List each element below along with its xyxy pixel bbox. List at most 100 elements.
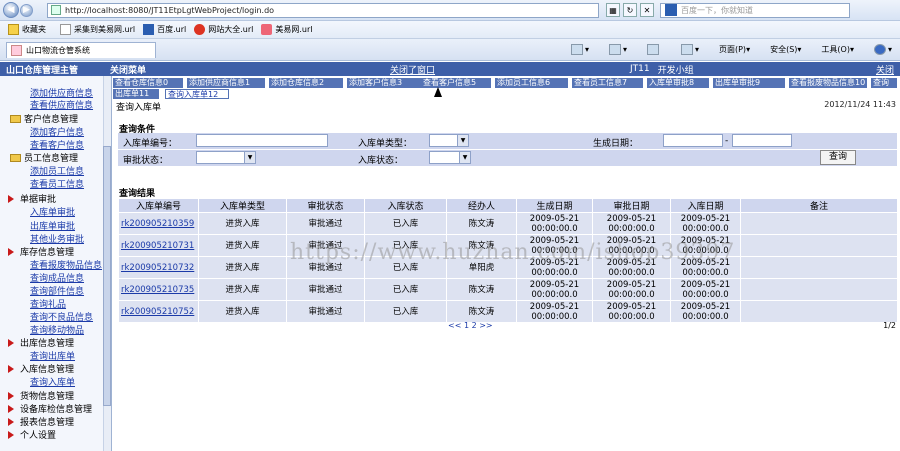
order-code-link[interactable]: rk200905210732 xyxy=(118,256,199,279)
address-bar: ◀ ▶ http://localhost:8080/JT11EtpLgtWebP… xyxy=(0,0,900,21)
table-cell: 已入库 xyxy=(364,212,447,235)
shortcut-tab[interactable]: 添加供应商信息1 xyxy=(187,78,265,88)
system-title: 山口仓库管理主管 xyxy=(6,65,79,76)
approval-select[interactable]: ▼ xyxy=(196,151,256,164)
shortcut-tab[interactable]: 添加客户信息3 xyxy=(347,78,421,88)
shortcut-tab[interactable]: 出库单审批9 xyxy=(713,78,785,88)
close-window-link[interactable]: 关闭了窗口 xyxy=(390,63,435,76)
sidebar-item[interactable]: 查看供应商信息 xyxy=(30,98,93,111)
mail-button[interactable] xyxy=(637,44,661,55)
arrow-right-icon xyxy=(8,430,14,439)
page-count: 1/2 xyxy=(883,321,896,330)
sidebar-item[interactable]: 查看员工信息 xyxy=(30,177,84,190)
user-code: JT11 xyxy=(630,64,650,74)
sidebar-item[interactable]: 添加员工信息 xyxy=(30,164,84,177)
sidebar-item[interactable]: 查询入库单 xyxy=(30,375,75,388)
order-code-link[interactable]: rk200905210731 xyxy=(118,234,199,257)
sidebar-item[interactable]: 库存信息管理 xyxy=(0,245,74,258)
date-label: 生成日期： xyxy=(593,139,639,149)
feeds-button[interactable]: ▾ xyxy=(599,44,627,55)
table-cell: 审批通过 xyxy=(286,278,365,301)
compat-icon[interactable]: ▦ xyxy=(606,3,620,17)
breadcrumb: 查询入库单 xyxy=(116,103,162,113)
print-icon xyxy=(680,44,693,55)
sidebar-item[interactable]: 员工信息管理 xyxy=(0,151,78,164)
table-cell: 进货入库 xyxy=(198,212,287,235)
page-menu[interactable]: 页面(P) ▾ xyxy=(709,44,750,55)
favorite-link[interactable]: 网站大全.url xyxy=(194,24,253,35)
sidebar-item[interactable]: 查询部件信息 xyxy=(30,284,84,297)
table-row: rk200905210735 进货入库 审批通过 已入库 陈文涛 2009-05-21 0… xyxy=(118,278,898,301)
sidebar-item-label: 出库信息管理 xyxy=(20,339,75,349)
shortcut-tab[interactable]: 查询 xyxy=(871,78,897,88)
shortcut-tab[interactable]: 出库单11 xyxy=(113,89,159,99)
shortcut-tab[interactable]: 查询入库单12 xyxy=(165,89,229,99)
safety-menu[interactable]: 安全(S) ▾ xyxy=(760,44,801,55)
sidebar-item[interactable]: 查询不良品信息 xyxy=(30,310,93,323)
pager[interactable]: << 1 2 >> xyxy=(448,321,493,330)
sidebar-item[interactable]: 设备库检信息管理 xyxy=(0,402,92,415)
sidebar-item[interactable]: 个人设置 xyxy=(0,428,56,441)
sidebar-item[interactable]: 查询礼品 xyxy=(30,297,66,310)
query-button[interactable]: 查询 xyxy=(820,150,856,165)
sidebar-item[interactable]: 添加客户信息 xyxy=(30,125,84,138)
forward-icon[interactable]: ▶ xyxy=(20,3,33,17)
home-button[interactable]: ▾ xyxy=(561,44,589,55)
sidebar-item[interactable]: 入库信息管理 xyxy=(0,362,74,375)
sidebar-item[interactable]: 查询成品信息 xyxy=(30,271,84,284)
favorite-link[interactable]: 美易网.url xyxy=(261,24,313,35)
sidebar-item[interactable]: 查询移动物品 xyxy=(30,323,84,336)
sidebar-item[interactable]: 出库信息管理 xyxy=(0,336,74,349)
type-select[interactable]: ▼ xyxy=(429,134,469,147)
url-input[interactable]: http://localhost:8080/JT11EtpLgtWebProje… xyxy=(47,2,599,18)
sidebar-scrollbar[interactable] xyxy=(103,76,111,451)
status-label: 入库状态： xyxy=(358,156,404,166)
sidebar-item[interactable]: 出库单审批 xyxy=(30,219,75,232)
sidebar-item-label: 员工信息管理 xyxy=(24,154,79,164)
close-menu-link[interactable]: 关闭菜单 xyxy=(110,63,220,76)
browser-tab[interactable]: 山口物流仓管系统 xyxy=(6,41,156,58)
shortcut-tab[interactable]: 查看员工信息7 xyxy=(572,78,643,88)
date-to-input[interactable] xyxy=(732,134,792,147)
search-input[interactable]: 百度一下，你就知道 xyxy=(660,2,850,18)
table-cell: 陈文涛 xyxy=(446,300,517,323)
date-from-input[interactable] xyxy=(663,134,723,147)
sidebar-item[interactable]: 查询出库单 xyxy=(30,349,75,362)
code-input[interactable] xyxy=(196,134,328,147)
stop-icon[interactable]: ✕ xyxy=(640,3,654,17)
order-code-link[interactable]: rk200905210735 xyxy=(118,278,199,301)
back-icon[interactable]: ◀ xyxy=(3,2,19,18)
shortcut-tab[interactable]: 查看仓库信息0 xyxy=(113,78,183,88)
shortcut-tab[interactable]: 添加仓库信息2 xyxy=(269,78,343,88)
status-select[interactable]: ▼ xyxy=(429,151,471,164)
sidebar-item[interactable]: 入库单审批 xyxy=(30,205,75,218)
sidebar-item[interactable]: 单据审批 xyxy=(0,192,56,205)
favorite-link[interactable]: 采集到美易网.url xyxy=(60,24,135,35)
order-code-link[interactable]: rk200905210359 xyxy=(118,212,199,235)
tools-menu[interactable]: 工具(O) ▾ xyxy=(811,44,854,55)
sidebar-item[interactable]: 客户信息管理 xyxy=(0,112,78,125)
arrow-right-icon xyxy=(8,338,14,347)
column-header: 入库单类型 xyxy=(198,198,287,213)
table-cell: 2009-05-21 00:00:00.0 xyxy=(592,212,671,235)
sidebar-item[interactable]: 查看报废物品信息 xyxy=(30,258,102,271)
table-cell: 2009-05-21 00:00:00.0 xyxy=(516,212,593,235)
sidebar-item-label: 查看供应商信息 xyxy=(30,101,94,111)
refresh-icon[interactable]: ↻ xyxy=(623,3,637,17)
shortcut-tab[interactable]: 查看报废物品信息10 xyxy=(789,78,867,88)
favorite-link[interactable]: 百度.url xyxy=(143,24,186,35)
shortcut-tab[interactable]: 入库单审批8 xyxy=(647,78,709,88)
sidebar-item[interactable]: 报表信息管理 xyxy=(0,415,74,428)
sidebar-item[interactable]: 查看客户信息 xyxy=(30,138,84,151)
shortcut-tab[interactable]: 查看客户信息5 xyxy=(421,78,491,88)
order-code-link[interactable]: rk200905210752 xyxy=(118,300,199,323)
sidebar-item[interactable]: 货物信息管理 xyxy=(0,389,74,402)
scrollbar-thumb[interactable] xyxy=(103,146,111,406)
sidebar-item[interactable]: 其他业务审批 xyxy=(30,232,84,245)
favorites-button[interactable]: 收藏夹 xyxy=(8,24,46,35)
table-cell: 进货入库 xyxy=(198,256,287,279)
close-link[interactable]: 关闭 xyxy=(876,63,900,76)
print-button[interactable]: ▾ xyxy=(671,44,699,55)
help-button[interactable]: ▾ xyxy=(864,44,892,55)
shortcut-tab[interactable]: 添加员工信息6 xyxy=(495,78,568,88)
